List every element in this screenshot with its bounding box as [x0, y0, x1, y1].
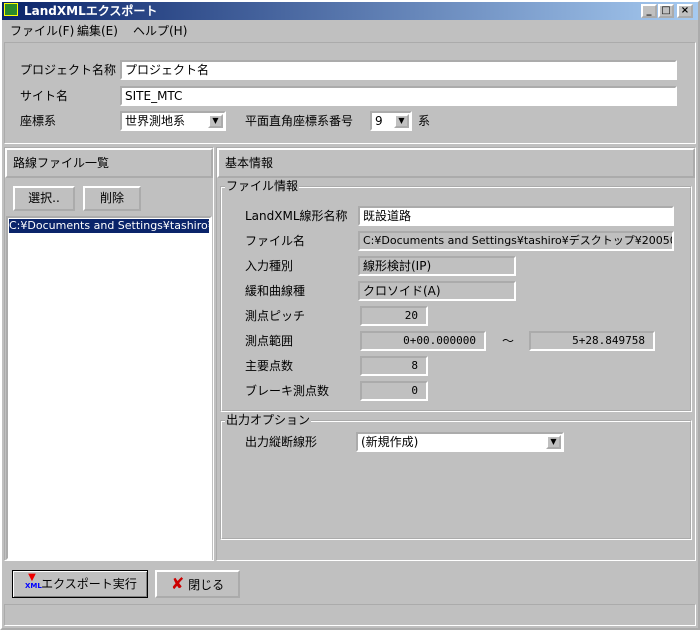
main-points-field: 8 — [360, 356, 428, 376]
range-separator: ～ — [502, 334, 515, 348]
coord-system-select[interactable]: 世界測地系 ▼ — [120, 111, 226, 131]
info-header: 基本情報 — [217, 148, 695, 178]
close-label: 閉じる — [188, 578, 225, 592]
alignment-name-input[interactable]: 既設道路 — [358, 206, 674, 226]
menu-help[interactable]: ヘルプ(H) — [133, 22, 187, 40]
app-icon — [4, 3, 18, 16]
list-item[interactable]: C:¥Documents and Settings¥tashiro¥デスクトップ — [9, 219, 209, 233]
plane-coord-select[interactable]: 9 ▼ — [370, 111, 412, 131]
range-from-field: 0+00.000000 — [360, 331, 486, 351]
plane-coord-label: 平面直角座標系番号 — [245, 114, 354, 128]
minimize-button[interactable]: _ — [641, 4, 657, 18]
file-list[interactable]: C:¥Documents and Settings¥tashiro¥デスクトップ — [6, 216, 212, 560]
plane-coord-value: 9 — [375, 114, 383, 128]
main-points-label: 主要点数 — [245, 359, 294, 373]
chevron-down-icon[interactable]: ▼ — [394, 114, 409, 128]
input-type-label: 入力種別 — [245, 259, 294, 273]
close-x-icon: ✘ — [170, 574, 185, 593]
plane-coord-suffix: 系 — [418, 114, 431, 128]
input-type-field: 線形検討(IP) — [358, 256, 516, 276]
profile-label: 出力縦断線形 — [245, 435, 318, 449]
break-points-label: ブレーキ測点数 — [245, 384, 330, 398]
range-label: 測点範囲 — [245, 334, 294, 348]
export-button[interactable]: ▼ XML エクスポート実行 — [12, 570, 148, 598]
close-button[interactable]: ✘ 閉じる — [155, 570, 240, 598]
chevron-down-icon[interactable]: ▼ — [208, 114, 223, 128]
profile-select[interactable]: (新規作成) ▼ — [356, 432, 564, 452]
chevron-down-icon[interactable]: ▼ — [546, 435, 561, 449]
file-name-field: C:¥Documents and Settings¥tashiro¥デスクトップ… — [358, 231, 674, 251]
profile-value: (新規作成) — [361, 435, 419, 449]
maximize-button[interactable]: □ — [658, 4, 674, 18]
output-options-legend: 出力オプション — [225, 413, 312, 427]
delete-button[interactable]: 削除 — [83, 186, 141, 211]
xml-export-icon: ▼ XML — [25, 572, 42, 591]
curve-type-field: クロソイド(A) — [358, 281, 516, 301]
pitch-field: 20 — [360, 306, 428, 326]
menu-file[interactable]: ファイル(F) — [10, 22, 74, 40]
menu-edit[interactable]: 編集(E) — [77, 22, 118, 40]
alignment-name-label: LandXML線形名称 — [245, 209, 348, 223]
close-window-button[interactable]: × — [677, 4, 693, 18]
break-points-field: 0 — [360, 381, 428, 401]
curve-type-label: 緩和曲線種 — [245, 284, 306, 298]
file-list-header: 路線ファイル一覧 — [5, 148, 213, 178]
project-name-label: プロジェクト名称 — [20, 63, 117, 77]
title-bar: LandXMLエクスポート — [2, 2, 698, 20]
file-info-legend: ファイル情報 — [225, 179, 300, 193]
coord-system-value: 世界測地系 — [125, 114, 186, 128]
file-name-label: ファイル名 — [245, 234, 306, 248]
export-label: エクスポート実行 — [41, 577, 137, 591]
pitch-label: 測点ピッチ — [245, 309, 306, 323]
site-name-input[interactable]: SITE_MTC — [120, 86, 677, 106]
project-name-input[interactable]: プロジェクト名 — [120, 60, 677, 80]
range-to-field: 5+28.849758 — [529, 331, 655, 351]
status-bar — [4, 604, 696, 626]
select-button[interactable]: 選択.. — [13, 186, 75, 211]
site-name-label: サイト名 — [20, 89, 69, 103]
coord-system-label: 座標系 — [20, 114, 57, 128]
